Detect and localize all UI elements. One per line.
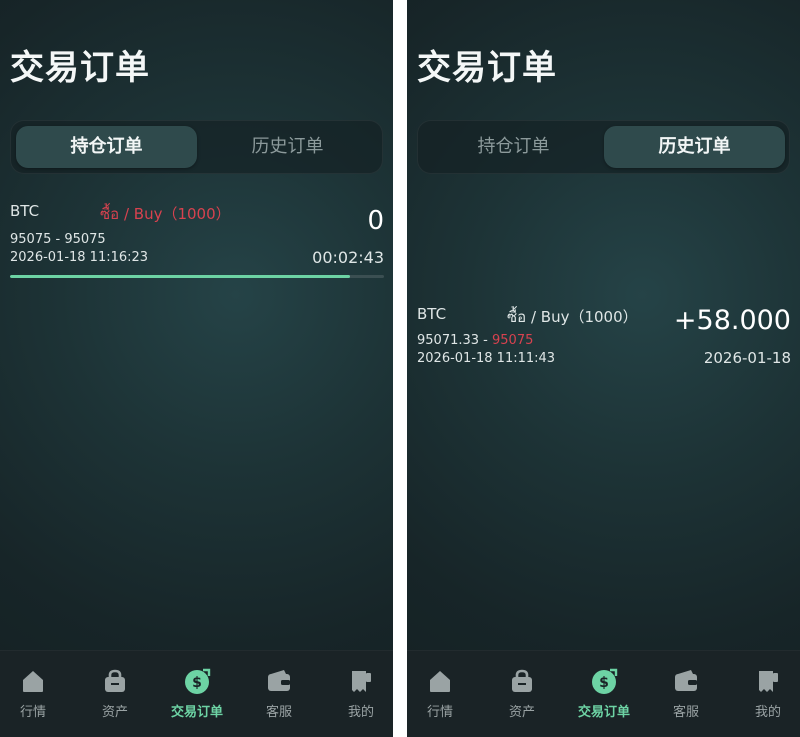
home-icon [23, 671, 43, 692]
tabbar-label: 行情 [426, 705, 453, 720]
screen-history-orders: 交易订单 持仓订单 历史订单 BTC ซื้อ / Buy（1000） +58.… [407, 0, 800, 737]
dollar-coin-icon: $ [592, 668, 618, 694]
tabbar-label: 交易订单 [577, 705, 630, 720]
order-time: 2026-01-18 11:16:23 [10, 250, 149, 265]
tabbar-label: 资产 [508, 705, 535, 720]
tabbar-item-orders[interactable]: $ 交易订单 [574, 667, 634, 727]
order-progress-bar [10, 275, 384, 278]
tabbar-item-assets[interactable]: 资产 [492, 667, 552, 727]
tabbar-item-market[interactable]: 行情 [410, 667, 470, 727]
tab-history-orders[interactable]: 历史订单 [197, 126, 378, 168]
page-title: 交易订单 [417, 48, 557, 88]
dollar-coin-icon: $ [185, 668, 211, 694]
order-price-range: 95071.33 - 95075 [417, 333, 533, 348]
stage: 交易订单 持仓订单 历史订单 BTC ซื้อ / Buy（1000） 0 95… [0, 0, 800, 737]
order-tab-switcher: 持仓订单 历史订单 [10, 120, 383, 174]
tabbar-item-profile[interactable]: 我的 [331, 667, 391, 727]
svg-text:$: $ [192, 675, 202, 691]
bag-icon [512, 669, 532, 692]
order-countdown: 00:02:43 [312, 248, 384, 267]
order-profit: +58.000 [673, 305, 791, 336]
order-amount: 0 [367, 206, 384, 236]
tabbar-label: 资产 [101, 705, 128, 720]
tab-history-orders[interactable]: 历史订单 [604, 126, 785, 168]
order-current-price: 95075 [64, 232, 106, 247]
tabbar-item-assets[interactable]: 资产 [85, 667, 145, 727]
tabbar-item-market[interactable]: 行情 [3, 667, 63, 727]
tabbar-label: 我的 [754, 705, 781, 720]
screen-holding-orders: 交易订单 持仓订单 历史订单 BTC ซื้อ / Buy（1000） 0 95… [0, 0, 393, 737]
tabbar-label: 我的 [347, 705, 374, 720]
order-progress-fill [10, 275, 351, 278]
list-item[interactable]: BTC ซื้อ / Buy（1000） +58.000 95071.33 - … [417, 305, 791, 375]
order-symbol: BTC [417, 305, 447, 323]
receipt-icon [759, 671, 778, 692]
bag-icon [105, 669, 125, 692]
wallet-card-icon [675, 670, 697, 691]
tab-holding-orders[interactable]: 持仓订单 [423, 126, 604, 168]
price-separator: - [479, 333, 492, 348]
tabbar-label: 客服 [265, 705, 292, 720]
order-price-range: 95075 - 95075 [10, 232, 106, 247]
order-side: ซื้อ / Buy（1000） [507, 308, 638, 326]
tabbar-item-profile[interactable]: 我的 [738, 667, 798, 727]
wallet-card-icon [268, 670, 290, 691]
order-tab-switcher: 持仓订单 历史订单 [417, 120, 790, 174]
order-close-price: 95075 [492, 333, 534, 348]
order-time: 2026-01-18 11:11:43 [417, 351, 556, 366]
list-item[interactable]: BTC ซื้อ / Buy（1000） 0 95075 - 95075 202… [10, 202, 384, 282]
bottom-tab-bar: 行情 资产 $ 交易订单 客服 我的 [407, 650, 800, 737]
tabbar-item-orders[interactable]: $ 交易订单 [167, 667, 227, 727]
price-separator: - [51, 232, 65, 247]
tabbar-label: 客服 [672, 705, 699, 720]
bottom-tab-bar: 行情 资产 $ 交易订单 客服 我的 [0, 650, 393, 737]
order-side: ซื้อ / Buy（1000） [100, 205, 231, 223]
svg-text:$: $ [599, 675, 609, 691]
page-title: 交易订单 [10, 48, 150, 88]
tab-holding-orders[interactable]: 持仓订单 [16, 126, 197, 168]
order-date: 2026-01-18 [703, 349, 791, 367]
home-icon [430, 671, 450, 692]
receipt-icon [352, 671, 371, 692]
order-open-price: 95075 [10, 232, 52, 247]
tabbar-label: 交易订单 [170, 705, 223, 720]
order-open-price: 95071.33 [417, 333, 480, 348]
tabbar-label: 行情 [19, 705, 46, 720]
order-symbol: BTC [10, 202, 40, 220]
tabbar-item-support[interactable]: 客服 [249, 667, 309, 727]
tabbar-item-support[interactable]: 客服 [656, 667, 716, 727]
